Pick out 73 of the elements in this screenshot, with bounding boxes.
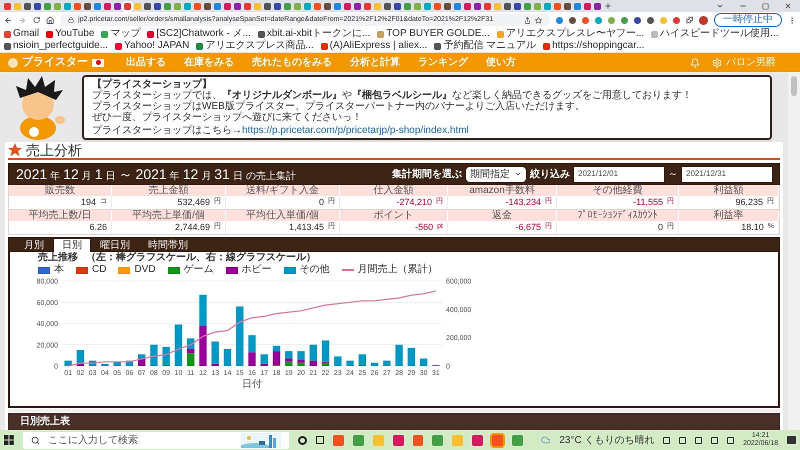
page-title: 売上分析: [26, 140, 82, 160]
legend-label: ゲーム: [184, 264, 214, 276]
bookmark-link[interactable]: (A)AliExpress | aliex...: [320, 40, 428, 52]
stat-label: その他経費: [557, 185, 679, 196]
stat-label: ﾌﾟﾛﾓｰｼｮﾝﾃﾞｨｽｶｳﾝﾄ: [557, 210, 679, 221]
bookmark-link[interactable]: nsioin_perfectguide...: [4, 40, 108, 52]
shop-link[interactable]: https://p.pricetar.com/p/pricetarjp/p-shop/index.html: [242, 125, 469, 136]
bookmark-link[interactable]: Gmail: [4, 28, 40, 40]
legend-label: CD: [92, 264, 106, 276]
stat-label: ポイント: [340, 210, 448, 221]
bookmark-link[interactable]: https://shoppingcar...: [543, 40, 644, 52]
period-text: ～: [118, 164, 133, 184]
period-text: 12: [182, 164, 198, 184]
filter-label: 集計期間を選ぶ: [392, 168, 462, 182]
period-text: 31: [214, 164, 230, 184]
bookmark-link[interactable]: YouTube: [46, 28, 94, 40]
stat-label: 平均仕入単価/個: [226, 210, 340, 221]
stat-label: 利益額: [679, 185, 779, 196]
tab[interactable]: 曜日別: [92, 239, 138, 252]
bookmark-link[interactable]: ハイスピードツール使用...: [651, 28, 778, 40]
period-text: 1: [94, 164, 103, 184]
period-text: 年: [50, 170, 60, 184]
bookmark-link[interactable]: アリエクスプレス商品...: [196, 40, 314, 52]
chart-subtitle: （左：棒グラフスケール、右：線グラフスケール）: [86, 252, 316, 264]
legend-label: DVD: [134, 264, 156, 276]
period-select[interactable]: 期間指定: [466, 166, 526, 182]
legend-label: その他: [300, 264, 330, 276]
legend-label: 本: [54, 264, 64, 276]
legend-label: ホビー: [242, 264, 272, 276]
stat-label: 平均売上単価/個: [112, 210, 226, 221]
filter-button[interactable]: 絞り込み: [530, 166, 570, 182]
banner-text: プライスターショップはWEB版プライスター、プライスターパートナー内のバナーよりご入店いただけます。: [92, 101, 586, 112]
banner-text: プライスターショップはこちら→https://p.pricetar.com/p/pricetarjp/p-shop/index.html: [92, 125, 470, 136]
tab[interactable]: 月別: [16, 239, 52, 252]
banner-text: プライスターショップでは、『オリジナルダンボール』や『梱包ラベルシール』など楽しく納品できるグッズをご用意しております！: [92, 90, 693, 101]
stat-label: 利益率: [679, 210, 779, 221]
period-text: 月: [82, 170, 92, 184]
bookmark-link[interactable]: Yahoo! JAPAN: [115, 40, 190, 52]
period-text: 2021: [16, 164, 48, 184]
taskbar-search-field[interactable]: ここに入力して検索: [22, 432, 289, 448]
bookmark-link[interactable]: マップ: [101, 28, 140, 40]
stat-label: 仕入金額: [340, 185, 448, 196]
stat-label: 売上金額: [112, 185, 226, 196]
tab[interactable]: 時間帯別: [140, 239, 196, 252]
period-text: 日: [106, 170, 116, 184]
period-text: 2021: [136, 164, 167, 184]
bookmark-link[interactable]: xbit.ai-xbitトークンに...: [258, 28, 370, 40]
bookmark-link[interactable]: アリエクスプレスレ〜ヤフー...: [496, 28, 644, 40]
stat-label: amazon手数料: [448, 185, 557, 196]
stat-label: 平均売上数/日: [9, 210, 112, 221]
banner-text: ぜひ一度、プライスターショップへ遊びに来てくださいっ！: [92, 112, 363, 123]
bookmark-link[interactable]: TOP BUYER GOLDE...: [377, 28, 490, 40]
stat-value: 6.26: [9, 221, 112, 234]
bookmark-link[interactable]: [SC2]Chatwork - メ...: [147, 28, 251, 40]
section-title: 日別売上表: [20, 414, 70, 429]
range-separator: ～: [668, 168, 678, 182]
date-to-field[interactable]: 2021/12/31: [682, 166, 772, 182]
period-text: の売上集計: [246, 170, 296, 184]
stat-label: 販売数: [9, 185, 112, 196]
stat-label: 送料/ギフト入金: [226, 185, 340, 196]
period-text: 日: [232, 170, 243, 184]
period-text: 月: [201, 170, 212, 184]
axis-title: 日付: [242, 379, 262, 390]
banner-text: 【プライスターショップ】: [92, 79, 213, 90]
legend-label: 月間売上（累計）: [358, 264, 438, 276]
profile-button[interactable]: 一時停止中: [714, 13, 782, 27]
period-text: 年: [170, 170, 180, 184]
tab[interactable]: 日別: [54, 239, 90, 252]
stat-label: 返金: [448, 210, 557, 221]
period-text: 12: [63, 164, 79, 184]
weather-text: 23°C くもりのち晴れ: [559, 434, 654, 448]
date-from-field[interactable]: 2021/12/01: [574, 166, 664, 182]
bookmark-link[interactable]: 予約配信 マニュアル: [434, 40, 536, 52]
